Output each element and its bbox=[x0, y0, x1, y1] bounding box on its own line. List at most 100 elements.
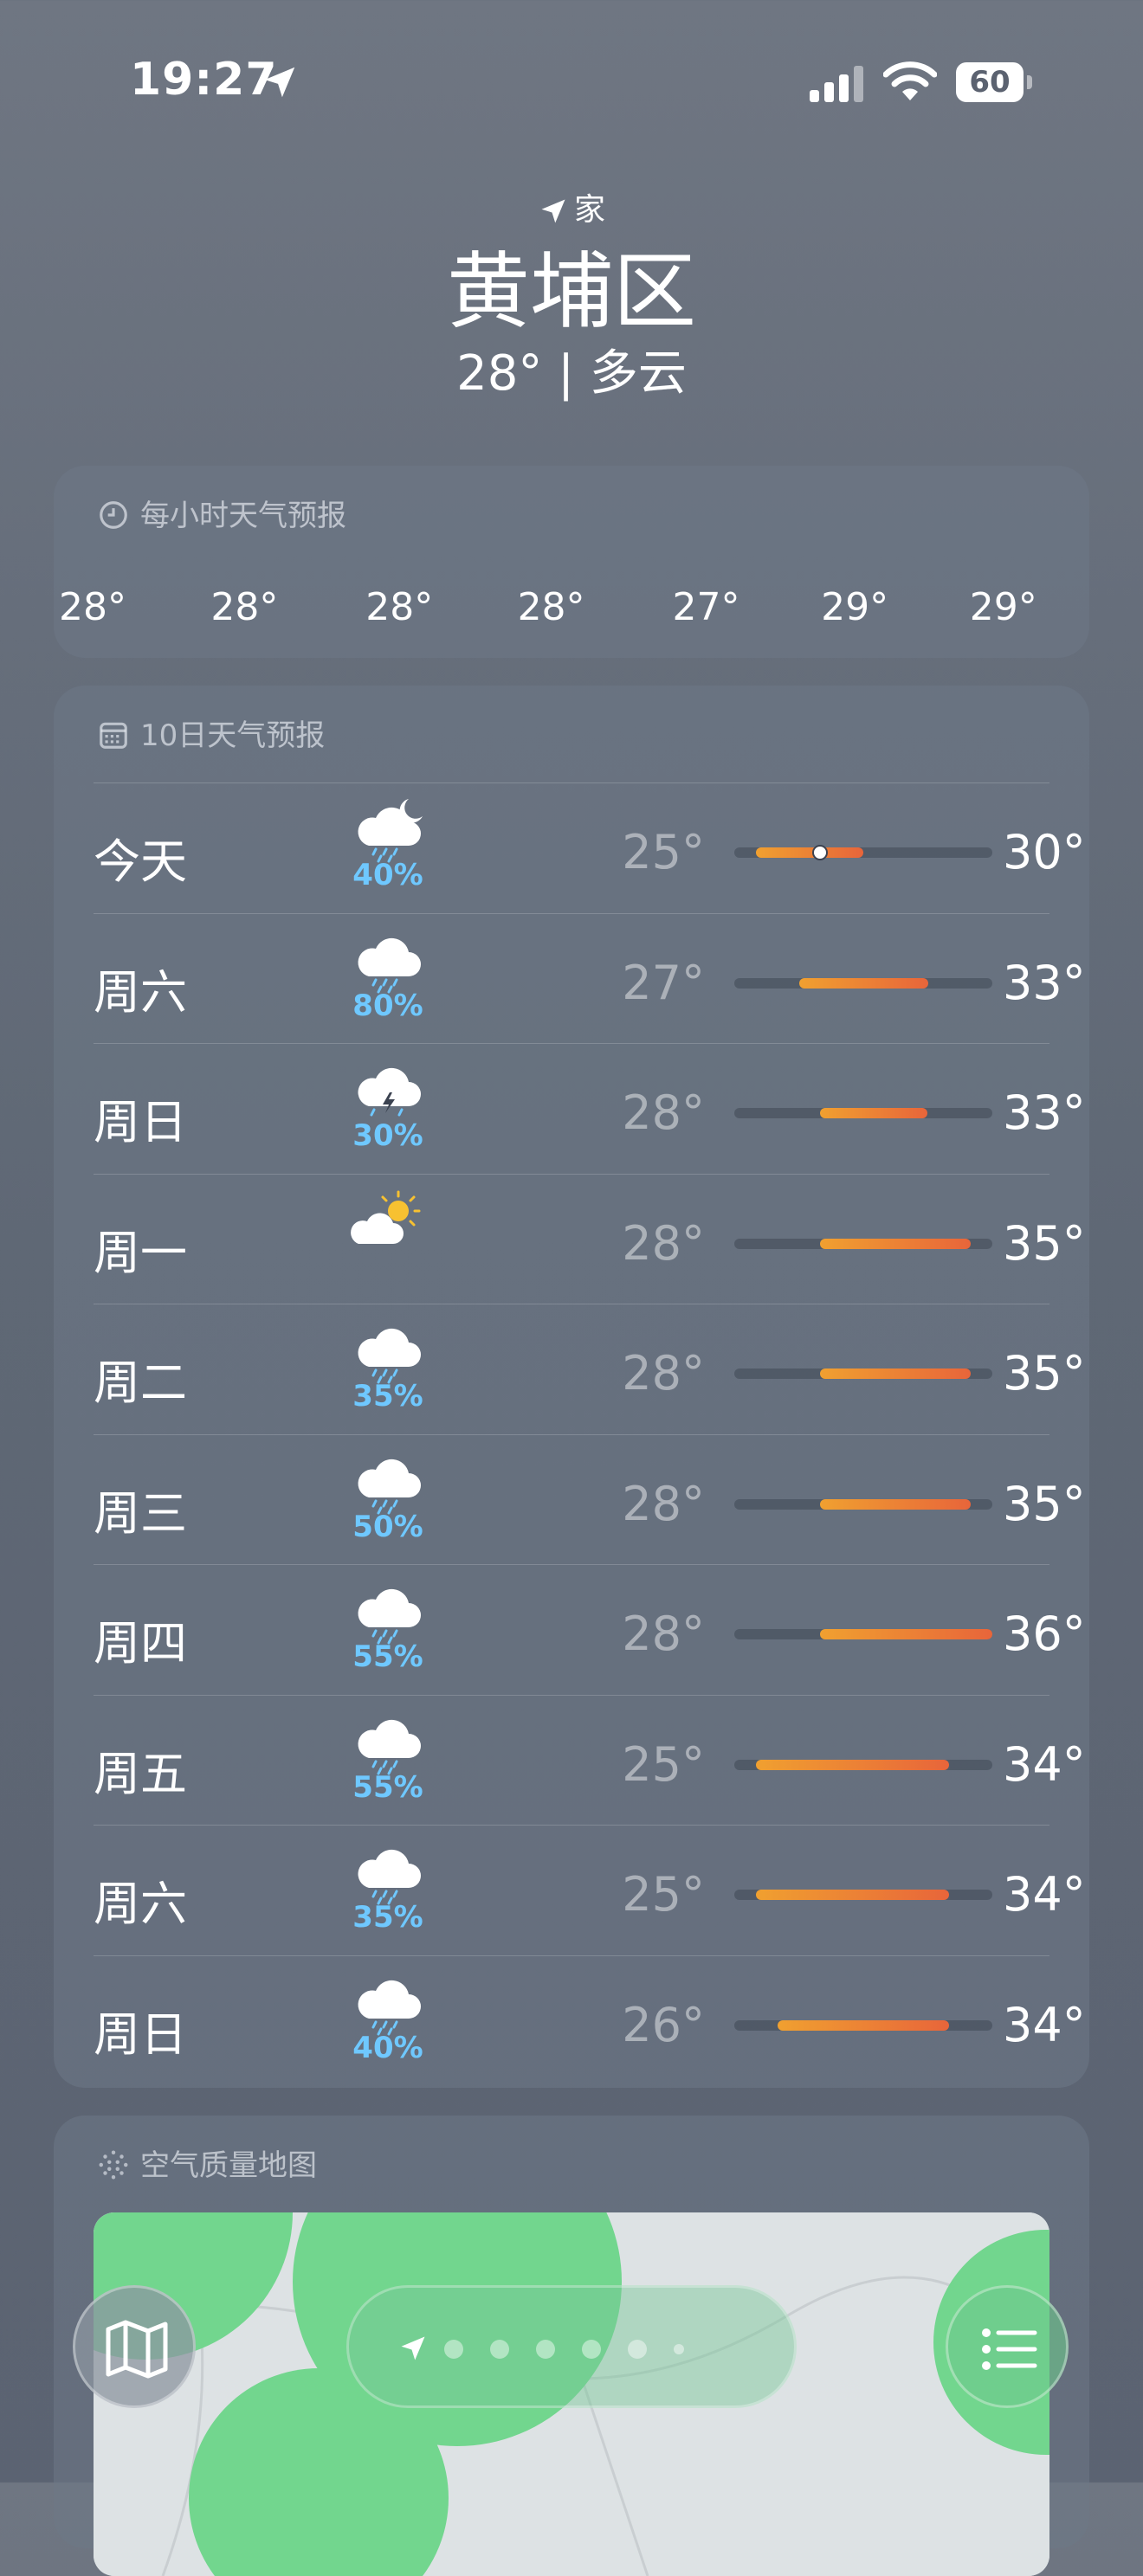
hourly-temp: 28° bbox=[59, 585, 127, 629]
wifi-icon bbox=[883, 61, 937, 100]
high-temp: 36° bbox=[1003, 1607, 1086, 1661]
day-label: 周三 bbox=[94, 1485, 187, 1541]
daily-row[interactable]: 周六 80% 27° 33° bbox=[94, 912, 1086, 1044]
high-temp: 34° bbox=[1003, 1867, 1086, 1922]
daily-row[interactable]: 周三 50% 28° 35° bbox=[94, 1433, 1086, 1565]
cloud-bolt-rain-icon bbox=[345, 1054, 431, 1117]
home-label-row: 家 bbox=[0, 186, 1143, 235]
day-label: 周日 bbox=[94, 2006, 187, 2062]
map-icon bbox=[106, 2320, 168, 2379]
day-label: 周五 bbox=[94, 1746, 187, 1801]
page-indicator[interactable] bbox=[346, 2285, 797, 2408]
low-temp: 28° bbox=[622, 1607, 705, 1661]
temp-range-bar bbox=[734, 1238, 992, 1249]
hourly-temp: 29° bbox=[821, 585, 889, 629]
list-icon bbox=[982, 2328, 1037, 2370]
precip-chance: 30% bbox=[352, 1118, 423, 1153]
page-dot[interactable] bbox=[536, 2340, 555, 2359]
low-temp: 25° bbox=[622, 1736, 705, 1792]
cloud-rain-icon bbox=[345, 1446, 431, 1514]
city-name: 黄埔区 bbox=[447, 243, 696, 340]
temp-range-fill bbox=[820, 1498, 972, 1510]
high-temp: 35° bbox=[1003, 1215, 1086, 1271]
battery-indicator: 60 bbox=[956, 62, 1032, 102]
location-arrow-icon bbox=[264, 67, 295, 98]
temp-range-bar bbox=[734, 1759, 992, 1770]
temp-range-bar bbox=[734, 1629, 992, 1639]
location-arrow-icon bbox=[541, 199, 565, 223]
current-summary: 28° | 多云 bbox=[456, 345, 687, 402]
precip-chance: 55% bbox=[352, 1769, 423, 1805]
precip-chance: 55% bbox=[352, 1639, 423, 1674]
precip-chance: 40% bbox=[352, 858, 423, 892]
daily-row[interactable]: 周五 55% 25° 34° bbox=[94, 1694, 1086, 1826]
daily-title-text: 10日天气预报 bbox=[140, 718, 326, 753]
daily-row[interactable]: 周日 30% 28° 33° bbox=[94, 1043, 1086, 1174]
low-temp: 27° bbox=[622, 955, 705, 1010]
low-temp: 25° bbox=[622, 1867, 705, 1922]
cloud-rain-icon bbox=[345, 1967, 431, 2035]
temp-range-bar bbox=[734, 1108, 992, 1118]
aq-title: 空气质量地图 bbox=[97, 2141, 317, 2184]
hourly-title: 每小时天气预报 bbox=[97, 492, 346, 534]
day-label: 周六 bbox=[94, 964, 187, 1020]
page-dot[interactable] bbox=[444, 2340, 463, 2359]
daily-row[interactable]: 周日 40% 26° 34° bbox=[94, 1955, 1086, 2086]
hourly-forecast-card[interactable]: 每小时天气预报 28° 28° 28° 28° 27° 29° 29° bbox=[54, 466, 1089, 658]
clock-icon bbox=[100, 500, 127, 529]
page-dot[interactable] bbox=[628, 2340, 647, 2359]
battery-level: 60 bbox=[956, 62, 1024, 102]
temp-range-fill bbox=[755, 847, 863, 858]
air-quality-dots-icon bbox=[99, 2150, 128, 2179]
temp-range-bar bbox=[734, 1368, 992, 1379]
status-time: 19:27 bbox=[130, 54, 278, 106]
map-button[interactable] bbox=[73, 2285, 196, 2408]
temp-range-fill bbox=[777, 2019, 950, 2031]
location-arrow-icon bbox=[401, 2336, 425, 2360]
temp-range-fill bbox=[820, 1238, 972, 1249]
current-temp-dot bbox=[812, 845, 829, 860]
day-label: 周六 bbox=[94, 1877, 187, 1931]
cloud-moon-rain-icon bbox=[345, 794, 431, 863]
hourly-title-text: 每小时天气预报 bbox=[140, 499, 346, 533]
page-dot[interactable] bbox=[582, 2340, 601, 2359]
ten-day-forecast-card[interactable]: 10日天气预报 今天 40% 25° 30° 周六 80% 27° 33° 周日 30% 28° 33… bbox=[54, 686, 1089, 2088]
hourly-temp: 28° bbox=[517, 585, 585, 629]
hourly-temp: 28° bbox=[210, 585, 279, 629]
hourly-temp: 27° bbox=[672, 585, 740, 629]
high-temp: 33° bbox=[1003, 955, 1086, 1010]
temp-range-bar bbox=[734, 977, 992, 989]
page-dot[interactable] bbox=[674, 2344, 684, 2354]
low-temp: 25° bbox=[622, 825, 705, 879]
low-temp: 28° bbox=[622, 1346, 705, 1401]
daily-row[interactable]: 周四 55% 28° 36° bbox=[94, 1564, 1086, 1695]
low-temp: 28° bbox=[622, 1476, 705, 1531]
day-label: 周四 bbox=[94, 1616, 187, 1671]
precip-chance: 35% bbox=[352, 1379, 423, 1414]
temp-range-fill bbox=[820, 1629, 992, 1639]
daily-row[interactable]: 今天 40% 25° 30° bbox=[94, 782, 1086, 913]
temp-range-bar bbox=[734, 2019, 992, 2031]
aq-title-text: 空气质量地图 bbox=[140, 2148, 317, 2183]
precip-chance: 50% bbox=[352, 1509, 423, 1544]
precip-chance: 40% bbox=[352, 2030, 423, 2065]
temp-range-fill bbox=[755, 1759, 950, 1770]
daily-row[interactable]: 周一 28° 35° bbox=[94, 1173, 1086, 1304]
page-dot[interactable] bbox=[490, 2340, 509, 2359]
temp-range-fill bbox=[820, 1368, 972, 1379]
cloud-rain-icon bbox=[345, 1575, 431, 1645]
day-label: 周一 bbox=[94, 1225, 187, 1280]
precip-chance: 35% bbox=[352, 1900, 423, 1935]
temp-range-fill bbox=[820, 1108, 928, 1118]
cellular-signal-icon bbox=[810, 66, 863, 102]
city-list-button[interactable] bbox=[946, 2285, 1069, 2408]
high-temp: 35° bbox=[1003, 1346, 1086, 1401]
high-temp: 34° bbox=[1003, 1997, 1086, 2052]
status-bar: 19:27 60 bbox=[0, 0, 1143, 173]
high-temp: 33° bbox=[1003, 1085, 1086, 1140]
hourly-temp: 28° bbox=[365, 585, 434, 629]
cloud-rain-icon bbox=[345, 924, 431, 993]
daily-row[interactable]: 周六 35% 25° 34° bbox=[94, 1825, 1086, 1955]
daily-row[interactable]: 周二 35% 28° 35° bbox=[94, 1304, 1086, 1434]
temp-range-bar bbox=[734, 1890, 992, 1900]
